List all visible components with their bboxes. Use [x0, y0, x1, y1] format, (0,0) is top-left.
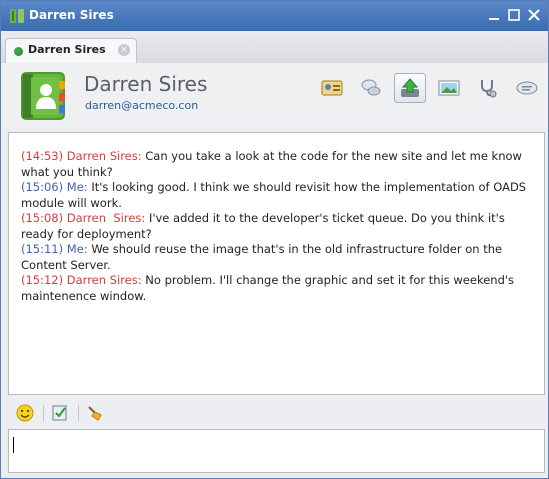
send-file-button[interactable]	[394, 73, 426, 103]
compose-toolbar	[15, 403, 109, 423]
message-time: (15:12)	[21, 273, 64, 287]
comment-icon	[516, 81, 538, 95]
chat-history-button[interactable]	[359, 76, 383, 100]
message-time: (15:06)	[21, 180, 64, 194]
message-time: (15:11)	[21, 242, 64, 256]
chat-message: (15:06) Me: It's looking good. I think w…	[21, 180, 533, 211]
online-status-icon	[14, 47, 23, 56]
emoticon-button[interactable]	[15, 403, 35, 423]
clear-button[interactable]	[85, 403, 105, 423]
smiley-icon	[16, 404, 34, 422]
stethoscope-icon	[481, 80, 497, 98]
tab-label: Darren Sires	[28, 43, 106, 56]
chat-message: (14:53) Darren Sires: Can you take a loo…	[21, 149, 533, 180]
chat-message: (15:11) Me: We should reuse the image th…	[21, 242, 533, 273]
spellcheck-icon	[52, 405, 67, 421]
close-icon[interactable]	[526, 6, 542, 24]
send-image-button[interactable]	[437, 76, 461, 100]
header-toolbar	[320, 73, 549, 103]
chat-message: (15:08) Darren Sires: I've added it to t…	[21, 211, 533, 242]
broom-icon	[88, 406, 102, 421]
message-time: (14:53)	[21, 149, 64, 163]
message-input[interactable]	[8, 429, 545, 473]
comment-button[interactable]	[515, 76, 539, 100]
chat-transcript[interactable]: (14:53) Darren Sires: Can you take a loo…	[8, 132, 545, 395]
contact-card-button[interactable]	[320, 76, 344, 100]
contact-header: Darren Sires darren@acmeco.con	[1, 63, 548, 127]
chat-message: (15:12) Darren Sires: No problem. I'll c…	[21, 273, 533, 304]
address-book-icon	[21, 72, 65, 120]
diagnostics-button[interactable]	[476, 76, 500, 100]
spellcheck-button[interactable]	[50, 403, 70, 423]
message-sender: Me:	[66, 180, 88, 194]
image-icon	[438, 80, 460, 96]
send-file-icon	[401, 78, 419, 97]
chat-window: Darren Sires Darren Sires × Darren Sires…	[0, 0, 549, 479]
tab-close-icon[interactable]: ×	[118, 44, 130, 56]
contact-name: Darren Sires	[84, 72, 208, 96]
toolbar-divider	[43, 405, 44, 421]
title-bar[interactable]: Darren Sires	[1, 1, 548, 31]
message-sender: Darren Sires:	[66, 211, 146, 225]
maximize-icon[interactable]	[506, 6, 522, 24]
tab-darren-sires[interactable]: Darren Sires ×	[5, 38, 137, 63]
message-sender: Darren Sires:	[66, 273, 142, 287]
toolbar-divider	[78, 405, 79, 421]
message-sender: Darren Sires:	[66, 149, 142, 163]
window-title: Darren Sires	[29, 8, 114, 22]
message-sender: Me:	[66, 242, 88, 256]
window-controls	[486, 6, 542, 24]
message-text: We should reuse the image that's in the …	[21, 242, 503, 272]
contact-card-icon	[321, 80, 343, 96]
text-caret	[13, 437, 14, 453]
app-icon	[10, 9, 24, 23]
tab-bar: Darren Sires ×	[1, 31, 548, 64]
chat-bubbles-icon	[361, 79, 381, 96]
message-text: It's looking good. I think we should rev…	[21, 180, 527, 210]
minimize-icon[interactable]	[486, 6, 502, 24]
contact-email[interactable]: darren@acmeco.con	[85, 99, 198, 112]
message-time: (15:08)	[21, 211, 64, 225]
